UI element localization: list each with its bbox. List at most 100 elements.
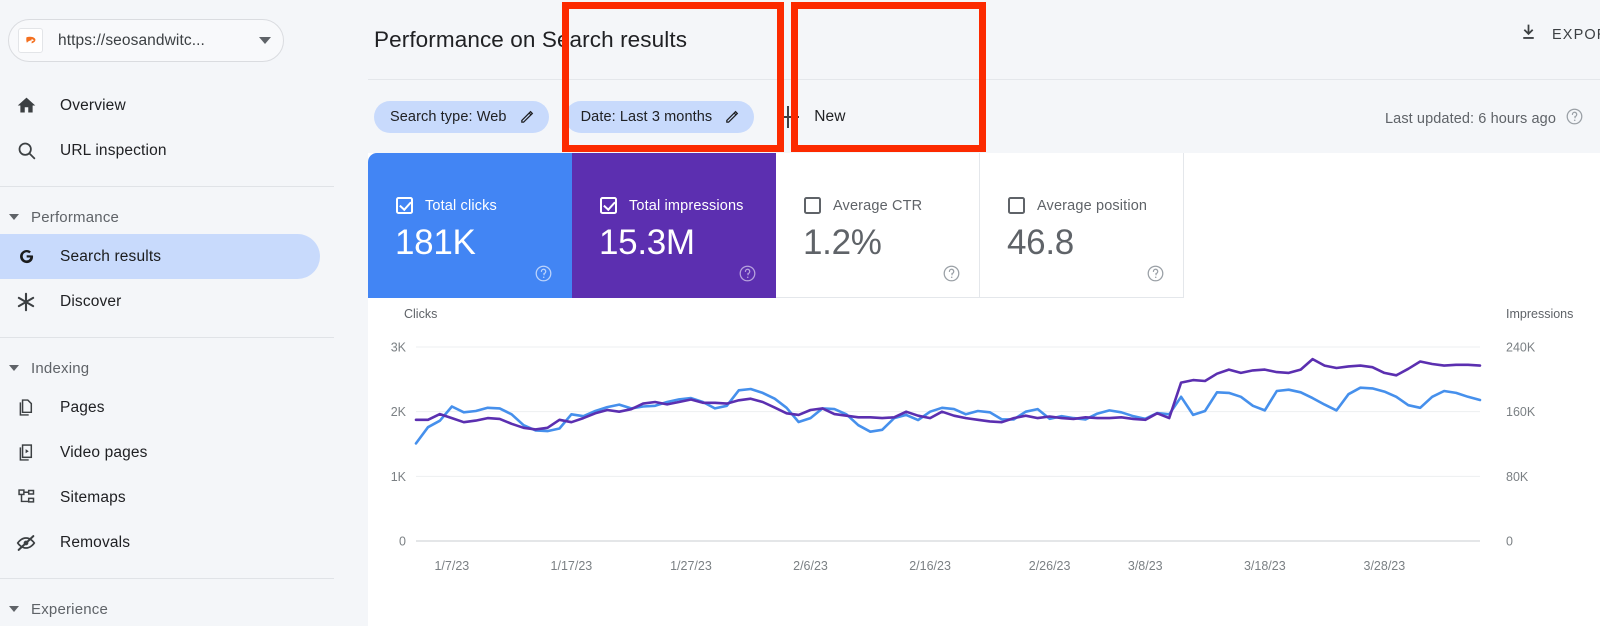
left-tick-label: 2K: [391, 405, 407, 419]
help-circle-icon[interactable]: [942, 264, 961, 283]
metric-checkbox[interactable]: [396, 197, 413, 214]
last-updated: Last updated: 6 hours ago: [1385, 107, 1584, 131]
metric-label: Total impressions: [629, 197, 744, 214]
help-circle-icon[interactable]: [738, 264, 757, 283]
video-pages-icon: [14, 441, 38, 465]
asterisk-icon: [14, 290, 38, 314]
sidebar: https://seosandwitc... Overview URL insp…: [0, 0, 368, 626]
filter-bar: Search type: Web Date: Last 3 months New: [368, 80, 1600, 153]
sidebar-item-video-pages[interactable]: Video pages: [0, 430, 320, 475]
sidebar-group-label: Indexing: [31, 359, 90, 377]
chip-label: Date: Last 3 months: [580, 108, 713, 125]
x-tick-label: 3/8/23: [1128, 559, 1163, 573]
pencil-icon[interactable]: [724, 108, 741, 125]
pages-icon: [14, 396, 38, 420]
left-tick-label: 3K: [391, 341, 407, 355]
x-tick-label: 3/28/23: [1364, 559, 1406, 573]
sidebar-item-label: Sitemaps: [60, 488, 126, 506]
sidebar-item-label: Removals: [60, 533, 131, 551]
chevron-down-icon: [9, 365, 19, 371]
x-tick-label: 1/27/23: [670, 559, 712, 573]
chip-label: Search type: Web: [390, 108, 507, 125]
metric-card-row: Total clicks 181K Total impressions 15.3…: [368, 153, 1184, 298]
filter-chip-search-type[interactable]: Search type: Web: [374, 100, 549, 133]
metric-card-total-clicks[interactable]: Total clicks 181K: [368, 153, 572, 298]
page-header: Performance on Search results EXPORT: [368, 0, 1600, 80]
right-tick-label: 240K: [1506, 341, 1536, 355]
help-circle-icon[interactable]: [534, 264, 553, 283]
export-label: EXPORT: [1552, 27, 1600, 43]
series-line-impressions: [414, 357, 1482, 431]
x-tick-label: 2/16/23: [909, 559, 951, 573]
metric-label: Total clicks: [425, 197, 497, 214]
sidebar-item-url-inspection[interactable]: URL inspection: [0, 128, 320, 173]
metric-value: 15.3M: [599, 223, 695, 262]
right-tick-label: 80K: [1506, 470, 1529, 484]
sidebar-item-label: URL inspection: [60, 141, 167, 159]
property-selector[interactable]: https://seosandwitc...: [8, 19, 284, 62]
metric-label: Average position: [1037, 197, 1148, 214]
sidebar-item-label: Overview: [60, 96, 126, 114]
metric-card-total-impressions[interactable]: Total impressions 15.3M: [572, 153, 776, 298]
metric-card-average-ctr[interactable]: Average CTR 1.2%: [776, 153, 980, 298]
main-content: Performance on Search results EXPORT Sea…: [368, 0, 1600, 626]
pencil-icon[interactable]: [519, 108, 536, 125]
left-axis-label: Clicks: [404, 307, 437, 321]
right-tick-label: 160K: [1506, 405, 1536, 419]
sidebar-divider: [0, 337, 334, 338]
eye-off-icon: [14, 531, 38, 555]
help-circle-icon[interactable]: [1146, 264, 1165, 283]
metric-checkbox[interactable]: [1008, 197, 1025, 214]
sidebar-item-label: Discover: [60, 292, 122, 310]
sidebar-item-label: Search results: [60, 247, 162, 265]
download-icon: [1518, 22, 1539, 48]
sidebar-item-label: Pages: [60, 398, 105, 416]
last-updated-text: Last updated: 6 hours ago: [1385, 111, 1556, 127]
sidebar-group-label: Experience: [31, 600, 109, 618]
sidebar-item-pages[interactable]: Pages: [0, 385, 320, 430]
x-tick-label: 2/6/23: [793, 559, 828, 573]
google-g-icon: [14, 245, 38, 269]
sidebar-item-removals[interactable]: Removals: [0, 520, 320, 565]
search-console-page: https://seosandwitc... Overview URL insp…: [0, 0, 1600, 626]
plus-icon: [777, 105, 800, 128]
metric-card-average-position[interactable]: Average position 46.8: [980, 153, 1184, 298]
metric-value: 1.2%: [803, 223, 882, 262]
x-tick-label: 3/18/23: [1244, 559, 1286, 573]
sidebar-group-performance[interactable]: Performance: [0, 200, 368, 234]
sidebar-item-sitemaps[interactable]: Sitemaps: [0, 475, 320, 520]
x-tick-label: 1/7/23: [434, 559, 469, 573]
sidebar-item-overview[interactable]: Overview: [0, 83, 320, 128]
metric-checkbox[interactable]: [600, 197, 617, 214]
series-line-clicks: [414, 386, 1482, 445]
chart-svg: Clicks Impressions 3K 240K 2K 160K 1K 80K 0 0 1/7/…: [391, 307, 1574, 573]
sidebar-group-label: Performance: [31, 208, 120, 226]
performance-chart[interactable]: Clicks Impressions 3K 240K 2K 160K 1K 80K 0 0 1/7/…: [368, 298, 1600, 626]
new-filter-button[interactable]: New: [777, 105, 846, 128]
export-button[interactable]: EXPORT: [1518, 22, 1600, 48]
site-favicon: [18, 28, 43, 53]
help-circle-icon[interactable]: [1565, 107, 1584, 131]
metric-value: 181K: [395, 223, 476, 262]
metric-value: 46.8: [1007, 223, 1074, 262]
sidebar-group-experience[interactable]: Experience: [0, 592, 368, 626]
filter-chip-date[interactable]: Date: Last 3 months: [564, 100, 755, 133]
chevron-down-icon[interactable]: [259, 37, 271, 44]
sitemaps-icon: [14, 486, 38, 510]
metric-label: Average CTR: [833, 197, 923, 214]
left-tick-label: 0: [399, 535, 406, 549]
metrics-panel: Total clicks 181K Total impressions 15.3…: [368, 153, 1600, 298]
x-tick-label: 2/26/23: [1029, 559, 1071, 573]
right-tick-label: 0: [1506, 535, 1513, 549]
chevron-down-icon: [9, 214, 19, 220]
sidebar-item-search-results[interactable]: Search results: [0, 234, 320, 279]
property-url: https://seosandwitc...: [58, 31, 205, 49]
sidebar-item-discover[interactable]: Discover: [0, 279, 320, 324]
new-filter-label: New: [814, 107, 846, 125]
left-tick-label: 1K: [391, 470, 407, 484]
search-icon: [14, 139, 38, 163]
metric-checkbox[interactable]: [804, 197, 821, 214]
sidebar-group-indexing[interactable]: Indexing: [0, 351, 368, 385]
right-axis-label: Impressions: [1506, 307, 1573, 321]
sidebar-item-label: Video pages: [60, 443, 148, 461]
